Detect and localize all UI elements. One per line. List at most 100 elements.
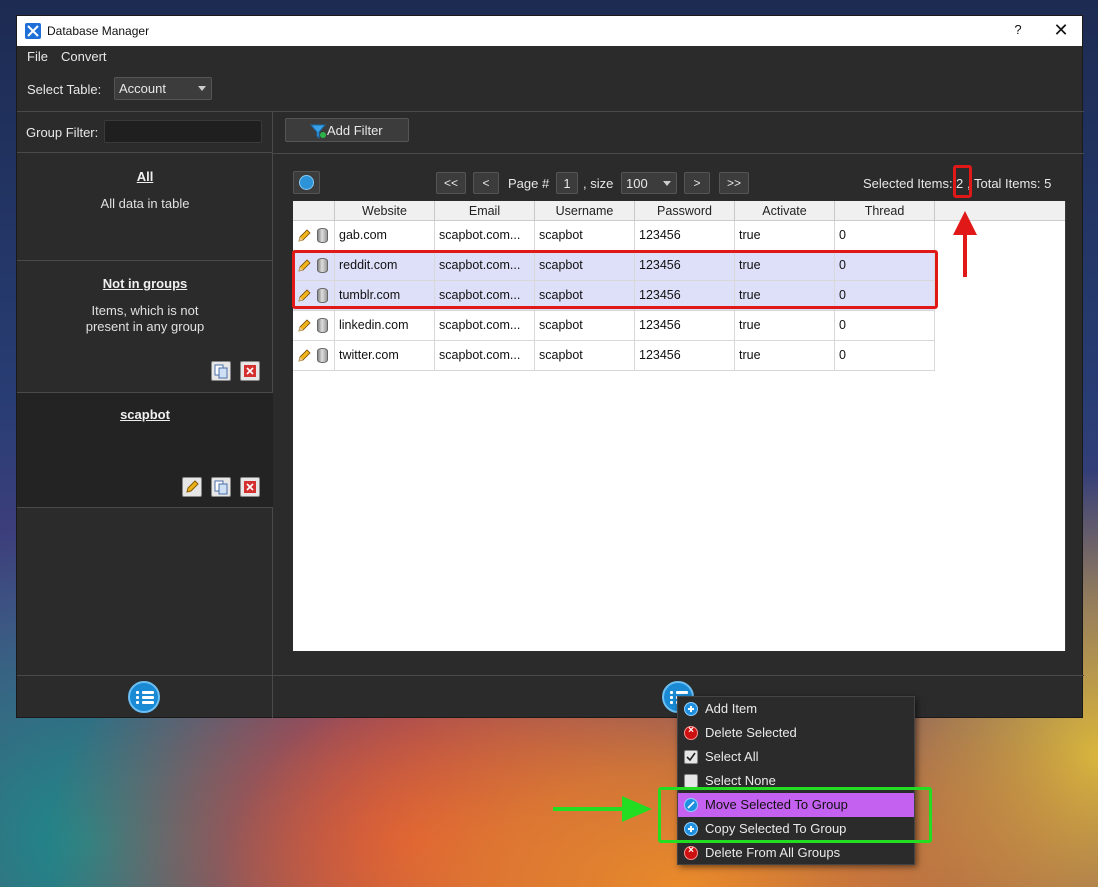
- table-row[interactable]: gab.com scapbot.com... scapbot 123456 true 0: [293, 221, 935, 251]
- menu-item-label: Delete From All Groups: [705, 845, 841, 860]
- edit-pencil-icon[interactable]: [298, 228, 312, 242]
- row-actions-cell: [293, 221, 335, 251]
- delete-icon: [244, 481, 256, 493]
- group-title: All: [136, 169, 154, 184]
- database-icon[interactable]: [317, 348, 328, 363]
- chevron-down-icon: [198, 86, 206, 91]
- column-header[interactable]: Password: [635, 201, 735, 221]
- title-bar: Database Manager ? ✕: [17, 16, 1082, 46]
- delete-group-button[interactable]: [240, 477, 260, 497]
- prev-page-button[interactable]: <: [473, 172, 499, 194]
- menu-file[interactable]: File: [27, 49, 48, 64]
- divider: [17, 111, 1084, 112]
- cell-password[interactable]: 123456: [635, 341, 735, 371]
- selected-items-label: Selected Items:: [863, 176, 953, 191]
- table-row[interactable]: twitter.com scapbot.com... scapbot 123456 tr…: [293, 341, 935, 371]
- cell-activate[interactable]: true: [735, 341, 835, 371]
- total-items-label: , Total Items: 5: [967, 176, 1052, 191]
- menu-item-label: Add Item: [705, 701, 758, 716]
- menu-item-select-all[interactable]: Select All: [678, 745, 914, 769]
- column-header[interactable]: Activate: [735, 201, 835, 221]
- menu-item-label: Select None: [705, 773, 776, 788]
- divider: [17, 675, 1084, 676]
- select-table-dropdown[interactable]: Account: [114, 77, 212, 100]
- database-icon[interactable]: [317, 228, 328, 243]
- menu-item-add-item[interactable]: Add Item: [678, 697, 914, 721]
- cell-username[interactable]: scapbot: [535, 221, 635, 251]
- group-card-scapbot[interactable]: scapbot: [17, 393, 273, 507]
- select-table-value: Account: [119, 81, 166, 96]
- cell-activate[interactable]: true: [735, 221, 835, 251]
- copy-group-button[interactable]: [211, 477, 231, 497]
- table-row[interactable]: linkedin.com scapbot.com... scapbot 123456 t…: [293, 311, 935, 341]
- annotation-selected-rows-box: [292, 250, 938, 309]
- copy-icon: [214, 364, 228, 379]
- menu-bar: File Convert: [17, 46, 1082, 68]
- menu-convert[interactable]: Convert: [61, 49, 107, 64]
- cell-website[interactable]: linkedin.com: [335, 311, 435, 341]
- annotation-right-arrow-icon: [553, 796, 652, 822]
- cell-website[interactable]: twitter.com: [335, 341, 435, 371]
- delete-icon: ×: [684, 845, 698, 860]
- edit-pencil-icon[interactable]: [298, 348, 312, 362]
- first-page-button[interactable]: <<: [436, 172, 466, 194]
- delete-icon: ×: [684, 725, 698, 740]
- refresh-button[interactable]: [293, 171, 320, 194]
- refresh-icon: [299, 175, 314, 190]
- cell-email[interactable]: scapbot.com...: [435, 341, 535, 371]
- cell-activate[interactable]: true: [735, 311, 835, 341]
- column-header-actions: [293, 201, 335, 221]
- group-card-all[interactable]: All All data in table: [17, 153, 273, 260]
- cell-email[interactable]: scapbot.com...: [435, 221, 535, 251]
- column-header[interactable]: Username: [535, 201, 635, 221]
- cell-thread[interactable]: 0: [835, 221, 935, 251]
- groups-menu-button[interactable]: [128, 681, 160, 713]
- pencil-icon: [186, 480, 199, 493]
- cell-username[interactable]: scapbot: [535, 341, 635, 371]
- page-size-dropdown[interactable]: 100: [621, 172, 677, 194]
- divider: [17, 507, 272, 508]
- group-filter-label: Group Filter:: [26, 125, 99, 140]
- rename-group-button[interactable]: [182, 477, 202, 497]
- cell-thread[interactable]: 0: [835, 311, 935, 341]
- menu-item-label: Select All: [705, 749, 759, 764]
- annotation-group-actions-box: [658, 787, 932, 843]
- close-button[interactable]: ✕: [1049, 20, 1073, 42]
- help-button[interactable]: ?: [1007, 22, 1029, 40]
- database-icon[interactable]: [317, 318, 328, 333]
- cell-website[interactable]: gab.com: [335, 221, 435, 251]
- select-table-label: Select Table:: [27, 82, 102, 97]
- cell-password[interactable]: 123456: [635, 221, 735, 251]
- grid-edge: [1065, 201, 1066, 651]
- group-description-line2: present in any group: [85, 319, 205, 334]
- edit-pencil-icon[interactable]: [298, 318, 312, 332]
- menu-item-delete-from-all-groups[interactable]: × Delete From All Groups: [678, 841, 914, 865]
- group-filter-input[interactable]: [104, 120, 262, 143]
- annotation-count-box: [953, 165, 972, 198]
- last-page-button[interactable]: >>: [719, 172, 749, 194]
- row-actions-cell: [293, 341, 335, 371]
- column-header[interactable]: Website: [335, 201, 435, 221]
- column-header[interactable]: Email: [435, 201, 535, 221]
- next-page-button[interactable]: >: [684, 172, 710, 194]
- annotation-up-arrow-icon: [953, 211, 977, 277]
- cell-username[interactable]: scapbot: [535, 311, 635, 341]
- page-label: Page #: [508, 176, 550, 191]
- group-card-not-in-groups[interactable]: Not in groups Items, which is not presen…: [17, 261, 273, 392]
- delete-group-button[interactable]: [240, 361, 260, 381]
- page-number-input[interactable]: 1: [556, 172, 578, 194]
- menu-item-label: Delete Selected: [705, 725, 797, 740]
- cell-password[interactable]: 123456: [635, 311, 735, 341]
- app-logo-icon: [25, 23, 41, 39]
- size-label: , size: [583, 176, 614, 191]
- checkbox-empty-icon: [684, 774, 698, 788]
- column-header[interactable]: Thread: [835, 201, 935, 221]
- cell-email[interactable]: scapbot.com...: [435, 311, 535, 341]
- page-size-value: 100: [626, 176, 648, 191]
- copy-group-button[interactable]: [211, 361, 231, 381]
- group-description: All data in table: [100, 196, 190, 211]
- cell-thread[interactable]: 0: [835, 341, 935, 371]
- divider: [273, 153, 1084, 154]
- add-filter-button[interactable]: Add Filter: [285, 118, 409, 142]
- menu-item-delete-selected[interactable]: × Delete Selected: [678, 721, 914, 745]
